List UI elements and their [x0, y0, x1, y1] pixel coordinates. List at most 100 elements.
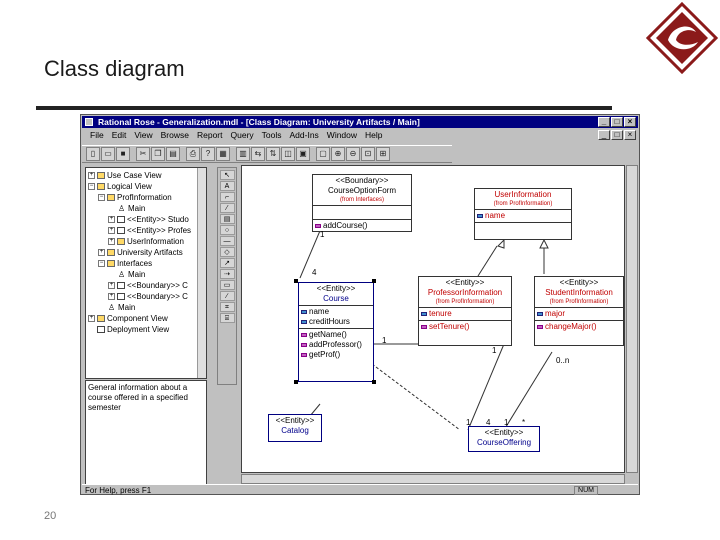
class-user-information[interactable]: UserInformation (from ProfInformation) na…	[474, 188, 572, 240]
aggregation-tool-icon[interactable]: ◇	[219, 247, 235, 257]
note-tool-icon[interactable]: ⌐	[219, 192, 235, 202]
menu-file[interactable]: File	[86, 129, 108, 142]
parameterized-tool-icon[interactable]: ⌗	[219, 302, 235, 312]
minimize-button[interactable]: _	[598, 117, 610, 127]
sequence-icon[interactable]: ⇅	[266, 147, 280, 161]
window-titlebar[interactable]: Rational Rose - Generalization.mdl - [Cl…	[82, 116, 638, 128]
multiplicity-label: 1	[504, 418, 509, 427]
expand-icon[interactable]: +	[88, 172, 95, 179]
generalization-tool-icon[interactable]: ↗	[219, 258, 235, 268]
selection-handle[interactable]	[294, 380, 298, 384]
fit-icon[interactable]: ⊡	[361, 147, 375, 161]
menu-edit[interactable]: Edit	[108, 129, 131, 142]
operation-icon	[421, 325, 427, 329]
expand-icon[interactable]: +	[98, 249, 105, 256]
class-professor-information[interactable]: <<Entity>> ProfessorInformation (from Prof…	[418, 276, 512, 346]
collapse-icon[interactable]: −	[98, 260, 105, 267]
class-tool-icon[interactable]: ▤	[219, 214, 235, 224]
menu-help[interactable]: Help	[361, 129, 386, 142]
tree-item[interactable]: ♙ Main	[118, 269, 145, 280]
class-name: CourseOptionForm	[327, 186, 397, 195]
instantiated-tool-icon[interactable]: ⌸	[219, 313, 235, 323]
tree-item[interactable]: + <<Boundary>> C	[108, 291, 188, 302]
deployment-icon[interactable]: ▢	[316, 147, 330, 161]
expand-icon[interactable]: +	[108, 238, 115, 245]
selection-handle[interactable]	[372, 279, 376, 283]
layout-icon[interactable]: ⊞	[376, 147, 390, 161]
menu-query[interactable]: Query	[227, 129, 258, 142]
interaction-icon[interactable]: ⇆	[251, 147, 265, 161]
canvas-horizontal-scrollbar[interactable]	[241, 474, 625, 484]
collapse-icon[interactable]: −	[98, 194, 105, 201]
mdi-minimize-button[interactable]: _	[598, 130, 610, 140]
tree-item[interactable]: + <<Entity>> Profes	[108, 225, 191, 236]
selection-handle[interactable]	[372, 380, 376, 384]
menu-browse[interactable]: Browse	[157, 129, 193, 142]
collapse-icon[interactable]: −	[88, 183, 95, 190]
tree-scrollbar[interactable]	[197, 168, 206, 378]
text-tool-icon[interactable]: A	[219, 181, 235, 191]
cut-icon[interactable]: ✂	[136, 147, 150, 161]
dependency-tool-icon[interactable]: ⇢	[219, 269, 235, 279]
documentation-pane[interactable]: General information about a course offer…	[85, 380, 207, 485]
expand-icon[interactable]: +	[88, 315, 95, 322]
tree-item[interactable]: + Use Case View	[88, 170, 162, 181]
state-icon[interactable]: ◫	[281, 147, 295, 161]
class-course-option-form[interactable]: <<Boundary>> CourseOptionForm (from Interf…	[312, 174, 412, 232]
tree-item[interactable]: − Logical View	[88, 181, 152, 192]
tree-item[interactable]: ♙ Main	[108, 302, 135, 313]
menubar: File Edit View Browse Report Query Tools…	[82, 129, 638, 142]
canvas-vertical-scrollbar[interactable]	[626, 165, 638, 473]
tree-item[interactable]: − ProfInformation	[98, 192, 172, 203]
tree-label: Main	[118, 303, 136, 312]
menu-addins[interactable]: Add-Ins	[286, 129, 323, 142]
realize-tool-icon[interactable]: ∕	[219, 291, 235, 301]
association-tool-icon[interactable]: —	[219, 236, 235, 246]
component-icon[interactable]: ▣	[296, 147, 310, 161]
copy-icon[interactable]: ❐	[151, 147, 165, 161]
save-icon[interactable]: ■	[116, 147, 130, 161]
mdi-close-button[interactable]: ×	[624, 130, 636, 140]
class-student-information[interactable]: <<Entity>> StudentInformation (from ProfIn…	[534, 276, 624, 346]
tree-item[interactable]: + Component View	[88, 313, 168, 324]
tree-item[interactable]: Deployment View	[88, 324, 169, 335]
expand-icon[interactable]: +	[108, 227, 115, 234]
tree-item[interactable]: + <<Entity>> Studo	[108, 214, 189, 225]
mdi-restore-button[interactable]: □	[611, 130, 623, 140]
package-tool-icon[interactable]: ▭	[219, 280, 235, 290]
tree-item[interactable]: + University Artifacts	[98, 247, 183, 258]
close-button[interactable]: ×	[624, 117, 636, 127]
menu-view[interactable]: View	[130, 129, 156, 142]
attribute-label: creditHours	[309, 317, 350, 326]
expand-icon[interactable]: +	[108, 293, 115, 300]
print-icon[interactable]: ⎙	[186, 147, 200, 161]
operation-label: changeMajor()	[545, 322, 597, 331]
tree-item[interactable]: + UserInformation	[108, 236, 184, 247]
zoom-out-icon[interactable]: ⊖	[346, 147, 360, 161]
select-tool-icon[interactable]: ↖	[219, 170, 235, 180]
tree-item[interactable]: + <<Boundary>> C	[108, 280, 188, 291]
menu-tools[interactable]: Tools	[258, 129, 286, 142]
browse-icon[interactable]: ▦	[216, 147, 230, 161]
open-icon[interactable]: ▭	[101, 147, 115, 161]
class-catalog[interactable]: <<Entity>> Catalog	[268, 414, 322, 442]
tree-item[interactable]: − Interfaces	[98, 258, 152, 269]
expand-icon[interactable]: +	[108, 282, 115, 289]
maximize-button[interactable]: □	[611, 117, 623, 127]
interface-tool-icon[interactable]: ○	[219, 225, 235, 235]
class-course-offering[interactable]: <<Entity>> CourseOffering	[468, 426, 540, 452]
diagram-canvas[interactable]: <<Boundary>> CourseOptionForm (from Interf…	[241, 165, 625, 473]
class-course[interactable]: <<Entity>> Course name creditHours getNam…	[298, 282, 374, 382]
menu-window[interactable]: Window	[323, 129, 361, 142]
tree-item[interactable]: ♙ Main	[118, 203, 145, 214]
expand-icon[interactable]: +	[108, 216, 115, 223]
selection-handle[interactable]	[294, 279, 298, 283]
class-name: Catalog	[281, 426, 309, 435]
paste-icon[interactable]: ▤	[166, 147, 180, 161]
zoom-in-icon[interactable]: ⊕	[331, 147, 345, 161]
help-icon[interactable]: ?	[201, 147, 215, 161]
new-icon[interactable]: ▯	[86, 147, 100, 161]
menu-report[interactable]: Report	[193, 129, 227, 142]
class-diagram-icon[interactable]: ▥	[236, 147, 250, 161]
anchor-tool-icon[interactable]: ⁄	[219, 203, 235, 213]
